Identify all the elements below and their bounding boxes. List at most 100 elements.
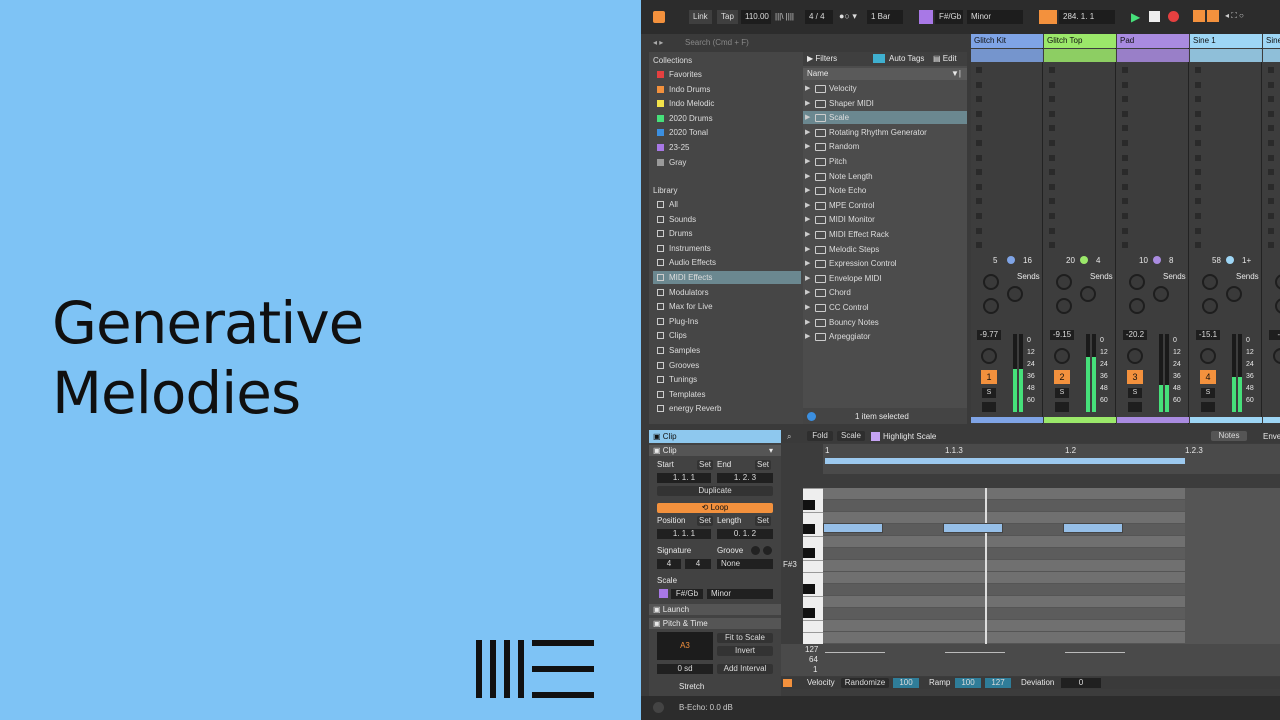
clip-slot-active[interactable] [971, 49, 1043, 62]
clip-stop-button-icon[interactable] [976, 227, 982, 234]
arrangement-position-icon[interactable] [1039, 10, 1057, 24]
clip-stop-button-icon[interactable] [1268, 198, 1274, 205]
clip-slot[interactable] [1119, 79, 1187, 92]
browser-item[interactable]: ▶ Chord [803, 286, 967, 299]
track-output-value[interactable]: 16 [1023, 256, 1032, 266]
track-pan-knob[interactable] [1127, 348, 1143, 364]
library-item[interactable]: All [653, 198, 801, 211]
follow-icon[interactable]: ●○ ▾ [839, 11, 857, 22]
clip-slot[interactable] [1119, 93, 1187, 106]
clip-slot[interactable] [1265, 181, 1280, 194]
envelopes-tab[interactable]: Enve [1263, 432, 1280, 442]
clip-slot[interactable] [973, 108, 1041, 121]
browser-item[interactable]: ▶ Note Length [803, 170, 967, 183]
track-volume-field[interactable]: -15.1 [1196, 330, 1220, 340]
library-item[interactable]: Templates [653, 388, 801, 401]
clip-slot[interactable] [1046, 79, 1114, 92]
record-icon[interactable] [1168, 11, 1179, 22]
piano-white-key[interactable] [803, 596, 823, 597]
clip-stop-button-icon[interactable] [1268, 140, 1274, 146]
scale-button[interactable]: Scale [837, 431, 865, 441]
automation-arm-icon[interactable] [1207, 10, 1219, 22]
clip-slot[interactable] [1192, 210, 1260, 223]
clip-stop-button-icon[interactable] [1049, 242, 1055, 249]
clip-stop-button-icon[interactable] [976, 242, 982, 249]
expand-arrow-icon[interactable]: ▶ [805, 286, 810, 299]
name-column-header[interactable]: Name [807, 69, 828, 79]
track-monitor-icon[interactable] [1226, 256, 1234, 264]
clip-stop-button-icon[interactable] [1049, 213, 1055, 219]
preview-icon[interactable] [807, 412, 816, 421]
clip-slot[interactable] [1265, 122, 1280, 135]
expand-arrow-icon[interactable]: ▶ [805, 199, 810, 212]
arm-button[interactable] [1128, 402, 1142, 412]
search-icon[interactable]: ⌕ [787, 432, 791, 442]
browser-item[interactable]: ▶ MPE Control [803, 199, 967, 212]
expand-arrow-icon[interactable]: ▶ [805, 82, 810, 95]
send-a-knob[interactable] [1275, 274, 1280, 290]
clip-stop-button-icon[interactable] [1268, 183, 1274, 190]
expand-arrow-icon[interactable]: ▶ [805, 126, 810, 139]
ramp-start[interactable]: 100 [955, 678, 981, 688]
send-c-knob[interactable] [1275, 298, 1280, 314]
clip-stop-button-icon[interactable] [976, 110, 982, 117]
clip-stop-button-icon[interactable] [1122, 169, 1128, 176]
velocity-toggle-icon[interactable] [783, 679, 792, 687]
browser-search-bar[interactable]: ◂ ▸ Search (Cmd + F) [649, 36, 967, 50]
clip-stop-button-icon[interactable] [1122, 96, 1128, 103]
clip-slot[interactable] [973, 122, 1041, 135]
highlight-scale-checkbox[interactable] [871, 432, 880, 441]
library-item[interactable]: Max for Live [653, 300, 801, 313]
solo-button[interactable]: S [1055, 388, 1069, 398]
clip-slot[interactable] [1119, 166, 1187, 179]
clip-slot[interactable] [1119, 210, 1187, 223]
metronome-icon[interactable]: |||\ |||| [775, 12, 794, 21]
solo-button[interactable]: S [982, 388, 996, 398]
clip-slot[interactable] [1119, 137, 1187, 150]
randomize-amount[interactable]: 100 [893, 678, 919, 688]
clip-stop-button-icon[interactable] [1122, 140, 1128, 146]
collection-item[interactable]: 23-25 [653, 141, 801, 154]
length-set-button[interactable]: Set [755, 516, 771, 526]
velocity-bar[interactable] [825, 652, 885, 653]
clip-slot[interactable] [1265, 79, 1280, 92]
clip-stop-button-icon[interactable] [1049, 67, 1055, 73]
piano-keyboard[interactable] [803, 488, 823, 644]
edit-button[interactable]: ▤ Edit [933, 54, 957, 64]
browser-item[interactable]: ▶ Velocity [803, 82, 967, 95]
piano-black-key[interactable] [803, 524, 815, 534]
clip-slot[interactable] [1046, 239, 1114, 252]
arm-button[interactable] [982, 402, 996, 412]
library-item[interactable]: Plug-Ins [653, 315, 801, 328]
clip-stop-button-icon[interactable] [1195, 125, 1201, 132]
clip-stop-button-icon[interactable] [1049, 140, 1055, 146]
clip-slot[interactable] [1265, 166, 1280, 179]
tag-icon[interactable] [873, 54, 885, 63]
clip-slot[interactable] [1119, 195, 1187, 208]
clip-stop-button-icon[interactable] [976, 183, 982, 190]
midi-note[interactable] [823, 523, 883, 533]
expand-arrow-icon[interactable]: ▶ [805, 111, 810, 124]
library-item[interactable]: energy Reverb [653, 402, 801, 415]
track-input-value[interactable]: 10 [1139, 256, 1148, 266]
clip-stop-button-icon[interactable] [1195, 140, 1201, 146]
tap-button[interactable]: Tap [717, 10, 738, 24]
start-field[interactable]: 1. 1. 1 [657, 473, 711, 483]
search-input[interactable]: Search (Cmd + F) [685, 38, 749, 48]
clip-slot[interactable] [1265, 93, 1280, 106]
clip-slot[interactable] [1192, 137, 1260, 150]
randomize-button[interactable]: Randomize [841, 678, 889, 688]
collection-item[interactable]: 2020 Tonal [653, 126, 801, 139]
clip-slot[interactable] [973, 137, 1041, 150]
piano-black-key[interactable] [803, 584, 815, 594]
library-item[interactable]: Modulators [653, 286, 801, 299]
timeline-ruler[interactable]: 1 1.1.3 1.2 1.2.3 [823, 444, 1280, 474]
expand-arrow-icon[interactable]: ▶ [805, 243, 810, 256]
piano-white-key[interactable] [803, 560, 823, 561]
solo-button[interactable]: S [1128, 388, 1142, 398]
clip-slot[interactable] [1192, 152, 1260, 165]
browser-item[interactable]: ▶ Pitch [803, 155, 967, 168]
clip-stop-button-icon[interactable] [1049, 183, 1055, 190]
clip-stop-button-icon[interactable] [1122, 81, 1128, 88]
key-dropdown[interactable]: F#/Gb [935, 10, 963, 24]
